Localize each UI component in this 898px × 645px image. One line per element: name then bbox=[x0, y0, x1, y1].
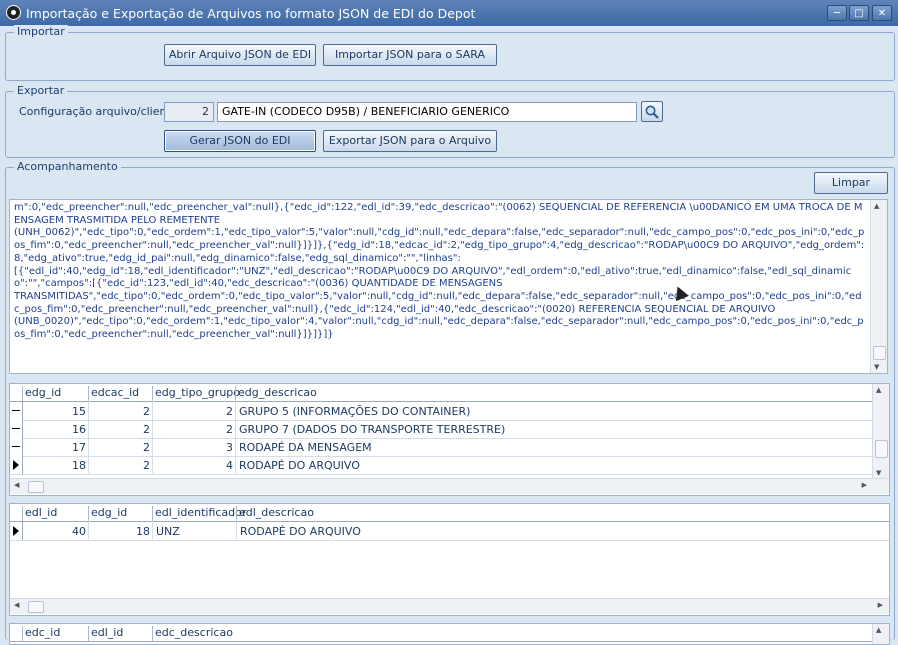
lines-grid[interactable]: edl_id edg_id edl_identificador edl_desc… bbox=[9, 503, 890, 616]
table-row[interactable]: 16 2 2 GRUPO 7 (DADOS DO TRANSPORTE TERR… bbox=[10, 420, 873, 439]
open-json-button[interactable]: Abrir Arquivo JSON de EDI bbox=[164, 44, 316, 66]
table-row[interactable]: 15 2 2 GRUPO 5 (INFORMAÇÕES DO CONTAINER… bbox=[10, 402, 873, 421]
cell-edcac-id: 2 bbox=[143, 405, 150, 418]
log-textarea[interactable]: m":0,"edc_preencher":null,"edc_preencher… bbox=[9, 199, 888, 374]
scroll-right-icon[interactable]: ▶ bbox=[878, 601, 883, 609]
groups-vertical-scrollbar[interactable]: ▲ ▼ bbox=[872, 384, 889, 479]
row-indicator bbox=[10, 402, 23, 420]
config-label: Configuração arquivo/cliente: bbox=[19, 105, 182, 118]
cell-edl-id: 40 bbox=[72, 525, 86, 538]
minimize-button[interactable]: ─ bbox=[827, 5, 847, 21]
row-indicator bbox=[10, 438, 23, 456]
column-divider bbox=[152, 521, 153, 539]
table-row[interactable]: 17 2 3 RODAPÉ DA MENSAGEM bbox=[10, 438, 873, 457]
cell-tipo-grupo: 2 bbox=[226, 405, 233, 418]
maximize-button[interactable]: □ bbox=[849, 5, 869, 21]
cell-descricao: RODAPÉ DA MENSAGEM bbox=[239, 441, 372, 454]
config-name-field[interactable]: GATE-IN (CODECO D95B) / BENEFICIARIO GEN… bbox=[217, 102, 637, 122]
column-header[interactable]: edg_tipo_grupo bbox=[152, 386, 240, 401]
scroll-thumb[interactable] bbox=[873, 346, 886, 360]
scroll-up-icon[interactable]: ▲ bbox=[876, 386, 881, 394]
scroll-left-icon[interactable]: ◀ bbox=[14, 601, 19, 609]
scroll-up-icon[interactable]: ▲ bbox=[874, 202, 879, 210]
current-row-indicator bbox=[10, 522, 23, 540]
current-row-indicator bbox=[10, 456, 23, 474]
scroll-down-icon[interactable]: ▼ bbox=[874, 363, 879, 371]
column-header[interactable]: edcac_id bbox=[88, 386, 152, 401]
close-button[interactable]: ✕ bbox=[872, 5, 892, 21]
scroll-down-icon[interactable]: ▼ bbox=[876, 469, 881, 477]
column-header[interactable]: edc_descricao bbox=[152, 626, 852, 641]
search-config-button[interactable] bbox=[641, 101, 663, 122]
column-header[interactable]: edl_identificador bbox=[152, 506, 246, 521]
app-icon bbox=[6, 5, 21, 20]
title-bar: Importação e Exportação de Arquivos no f… bbox=[0, 0, 898, 26]
cell-edcac-id: 2 bbox=[143, 423, 150, 436]
lines-grid-header: edl_id edg_id edl_identificador edl_desc… bbox=[10, 504, 889, 522]
column-divider bbox=[236, 521, 237, 539]
fields-vertical-scrollbar[interactable]: ▲ bbox=[872, 624, 889, 644]
generate-json-button[interactable]: Gerar JSON do EDI bbox=[164, 130, 316, 152]
lines-horizontal-scrollbar[interactable]: ◀ ▶ bbox=[10, 598, 889, 614]
exportar-group: Exportar Configuração arquivo/cliente: 2… bbox=[5, 84, 895, 158]
cell-edg-id: 18 bbox=[72, 459, 86, 472]
importar-group: Importar Abrir Arquivo JSON de EDI Impor… bbox=[5, 25, 895, 81]
groups-horizontal-scrollbar[interactable]: ◀ ▶ bbox=[10, 478, 889, 494]
cell-edg-id: 16 bbox=[72, 423, 86, 436]
column-header[interactable]: edg_id bbox=[88, 506, 152, 521]
cell-edcac-id: 2 bbox=[143, 441, 150, 454]
cell-tipo-grupo: 3 bbox=[226, 441, 233, 454]
minimize-icon: ─ bbox=[833, 8, 841, 19]
cell-identificador: UNZ bbox=[156, 525, 180, 538]
cell-tipo-grupo: 2 bbox=[226, 423, 233, 436]
column-header[interactable]: edl_id bbox=[88, 626, 152, 641]
scroll-up-icon[interactable]: ▲ bbox=[876, 626, 881, 634]
scroll-left-icon[interactable]: ◀ bbox=[14, 481, 19, 489]
row-indicator bbox=[10, 420, 23, 438]
magnifier-icon bbox=[645, 105, 659, 119]
cell-edg-id: 15 bbox=[72, 405, 86, 418]
cell-edg-id: 18 bbox=[136, 525, 150, 538]
groups-grid-header: edg_id edcac_id edg_tipo_grupo edg_descr… bbox=[10, 384, 873, 402]
window-title: Importação e Exportação de Arquivos no f… bbox=[26, 6, 476, 21]
scroll-thumb[interactable] bbox=[28, 481, 44, 493]
clear-button[interactable]: Limpar bbox=[814, 172, 888, 194]
table-row-selected[interactable]: 18 2 4 RODAPÉ DO ARQUIVO bbox=[10, 456, 873, 475]
cell-descricao: RODAPÉ DO ARQUIVO bbox=[239, 459, 360, 472]
cell-descricao: RODAPÉ DO ARQUIVO bbox=[240, 525, 361, 538]
cell-edg-id: 17 bbox=[72, 441, 86, 454]
column-header[interactable]: edg_id bbox=[22, 386, 88, 401]
cell-edcac-id: 2 bbox=[143, 459, 150, 472]
importar-title: Importar bbox=[14, 25, 68, 38]
import-json-button[interactable]: Importar JSON para o SARA bbox=[323, 44, 497, 66]
fields-grid[interactable]: edc_id edl_id edc_descricao ▲ bbox=[9, 623, 890, 645]
scroll-thumb[interactable] bbox=[875, 440, 888, 458]
column-header[interactable]: edl_descricao bbox=[236, 506, 886, 521]
cell-tipo-grupo: 4 bbox=[226, 459, 233, 472]
groups-grid[interactable]: edg_id edcac_id edg_tipo_grupo edg_descr… bbox=[9, 383, 890, 496]
cell-descricao: GRUPO 5 (INFORMAÇÕES DO CONTAINER) bbox=[239, 405, 471, 418]
column-header[interactable]: edc_id bbox=[22, 626, 88, 641]
column-header[interactable]: edl_id bbox=[22, 506, 88, 521]
close-icon: ✕ bbox=[877, 8, 887, 19]
cell-descricao: GRUPO 7 (DADOS DO TRANSPORTE TERRESTRE) bbox=[239, 423, 506, 436]
scroll-thumb[interactable] bbox=[28, 601, 44, 613]
export-json-button[interactable]: Exportar JSON para o Arquivo bbox=[323, 130, 497, 152]
log-vertical-scrollbar[interactable]: ▲ ▼ bbox=[870, 200, 887, 373]
column-header[interactable]: edg_descricao bbox=[235, 386, 865, 401]
log-text: m":0,"edc_preencher":null,"edc_preencher… bbox=[14, 202, 865, 341]
column-divider bbox=[88, 521, 89, 539]
acompanhamento-title: Acompanhamento bbox=[14, 160, 121, 173]
fields-grid-header: edc_id edl_id edc_descricao bbox=[10, 624, 873, 642]
maximize-icon: □ bbox=[854, 8, 864, 19]
scroll-right-icon[interactable]: ▶ bbox=[862, 481, 867, 489]
exportar-title: Exportar bbox=[14, 84, 68, 97]
config-id-field[interactable]: 2 bbox=[164, 102, 214, 122]
table-row-selected[interactable]: 40 18 UNZ RODAPÉ DO ARQUIVO bbox=[10, 522, 889, 541]
